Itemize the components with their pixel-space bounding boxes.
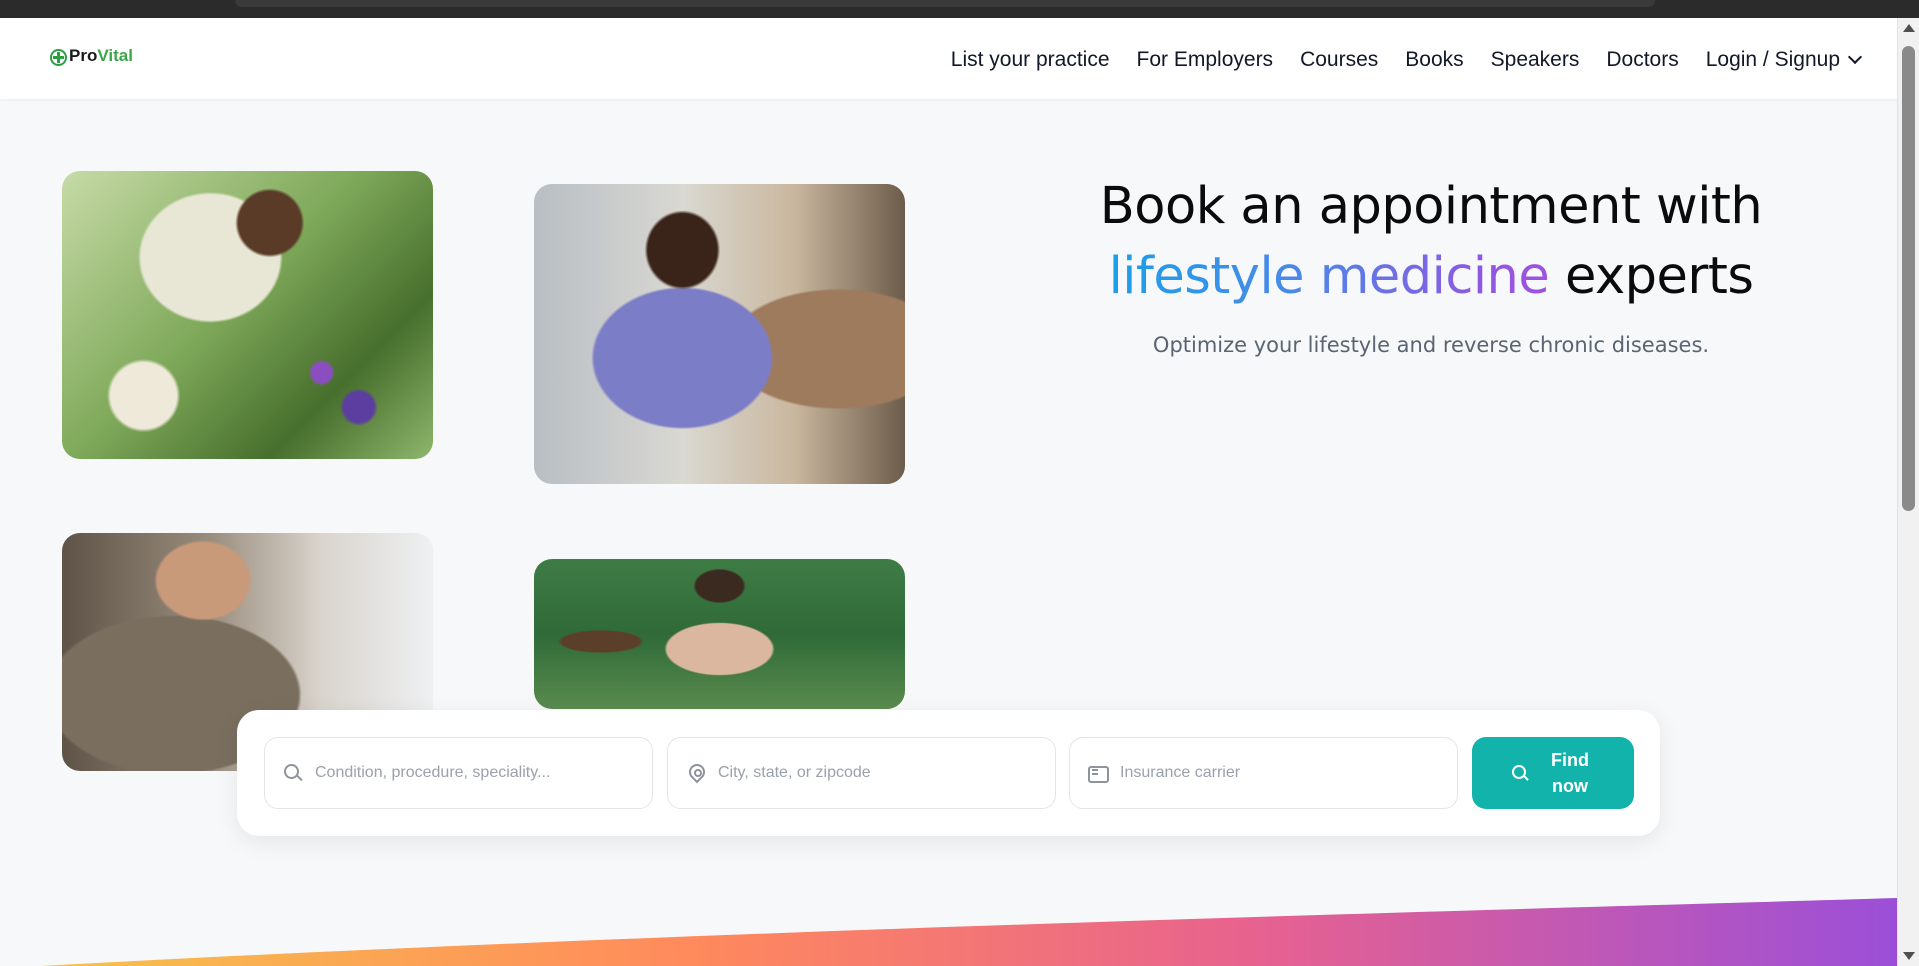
logo-text-vital: Vital [97, 46, 133, 65]
plus-circle-icon [50, 49, 67, 66]
browser-address-bar[interactable] [235, 0, 1655, 7]
map-pin-icon [686, 763, 706, 783]
search-icon [1511, 764, 1529, 782]
condition-input[interactable] [315, 764, 635, 782]
scroll-down-arrow-icon[interactable] [1903, 952, 1915, 960]
photo-gardening [62, 171, 433, 459]
nav-books[interactable]: Books [1405, 48, 1463, 72]
main-nav: List your practice For Employers Courses… [951, 48, 1863, 72]
insurance-input[interactable] [1120, 764, 1440, 782]
hero-title-end: experts [1549, 247, 1754, 306]
logo[interactable]: Pro Vital [50, 46, 133, 66]
page-scrollbar[interactable] [1897, 18, 1919, 966]
nav-speakers[interactable]: Speakers [1491, 48, 1580, 72]
location-input[interactable] [718, 764, 1038, 782]
find-now-button[interactable]: Find now [1472, 737, 1634, 809]
find-now-label: Find now [1545, 747, 1595, 799]
hero-title-accent: lifestyle medicine [1108, 247, 1550, 306]
location-field[interactable] [667, 737, 1056, 809]
find-now-label-line1: Find [1551, 750, 1589, 770]
nav-list-your-practice[interactable]: List your practice [951, 48, 1110, 72]
scrollbar-thumb[interactable] [1902, 46, 1915, 511]
hero-subtitle: Optimize your lifestyle and reverse chro… [1152, 333, 1710, 357]
search-icon [283, 763, 303, 783]
nav-doctors[interactable]: Doctors [1606, 48, 1678, 72]
login-signup-label: Login / Signup [1705, 48, 1840, 71]
insurance-field[interactable] [1069, 737, 1458, 809]
browser-chrome [0, 0, 1919, 18]
nav-courses[interactable]: Courses [1300, 48, 1378, 72]
logo-text-pro: Pro [69, 46, 98, 65]
site-header: Pro Vital List your practice For Employer… [0, 18, 1897, 99]
condition-field[interactable] [264, 737, 653, 809]
nav-for-employers[interactable]: For Employers [1137, 48, 1274, 72]
decorative-gradient-wave [40, 898, 1897, 966]
photo-yoga [534, 559, 905, 709]
credit-card-icon [1088, 763, 1109, 783]
scroll-up-arrow-icon[interactable] [1903, 24, 1915, 32]
search-panel: Find now [237, 710, 1660, 836]
login-signup-menu[interactable]: Login / Signup [1705, 48, 1863, 72]
photo-cooking-couple [534, 184, 905, 484]
chevron-down-icon [1847, 49, 1863, 65]
hero-title: Book an appointment with lifestyle medic… [1020, 172, 1842, 312]
hero-title-line1: Book an appointment with [1099, 177, 1763, 236]
find-now-label-line2: now [1552, 776, 1588, 796]
